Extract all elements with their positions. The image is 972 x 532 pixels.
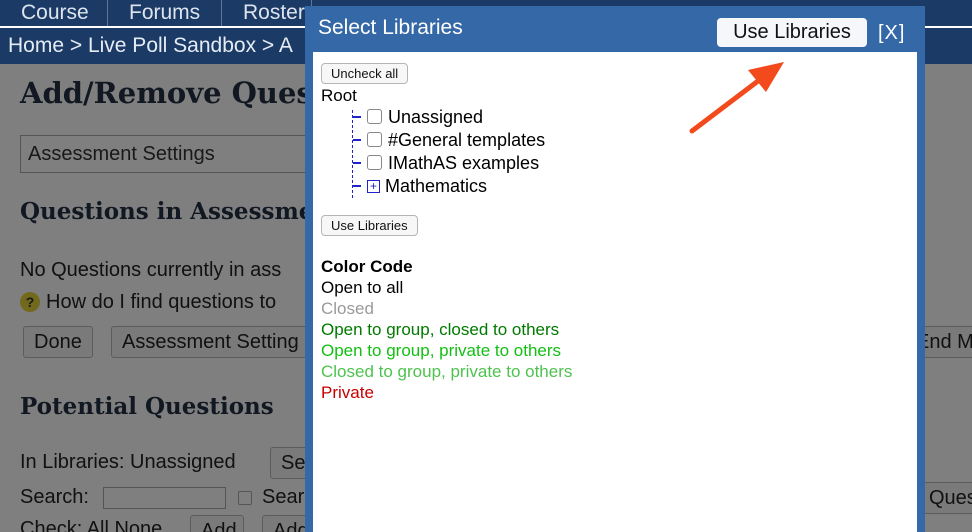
annotation-arrow-icon bbox=[689, 62, 784, 134]
